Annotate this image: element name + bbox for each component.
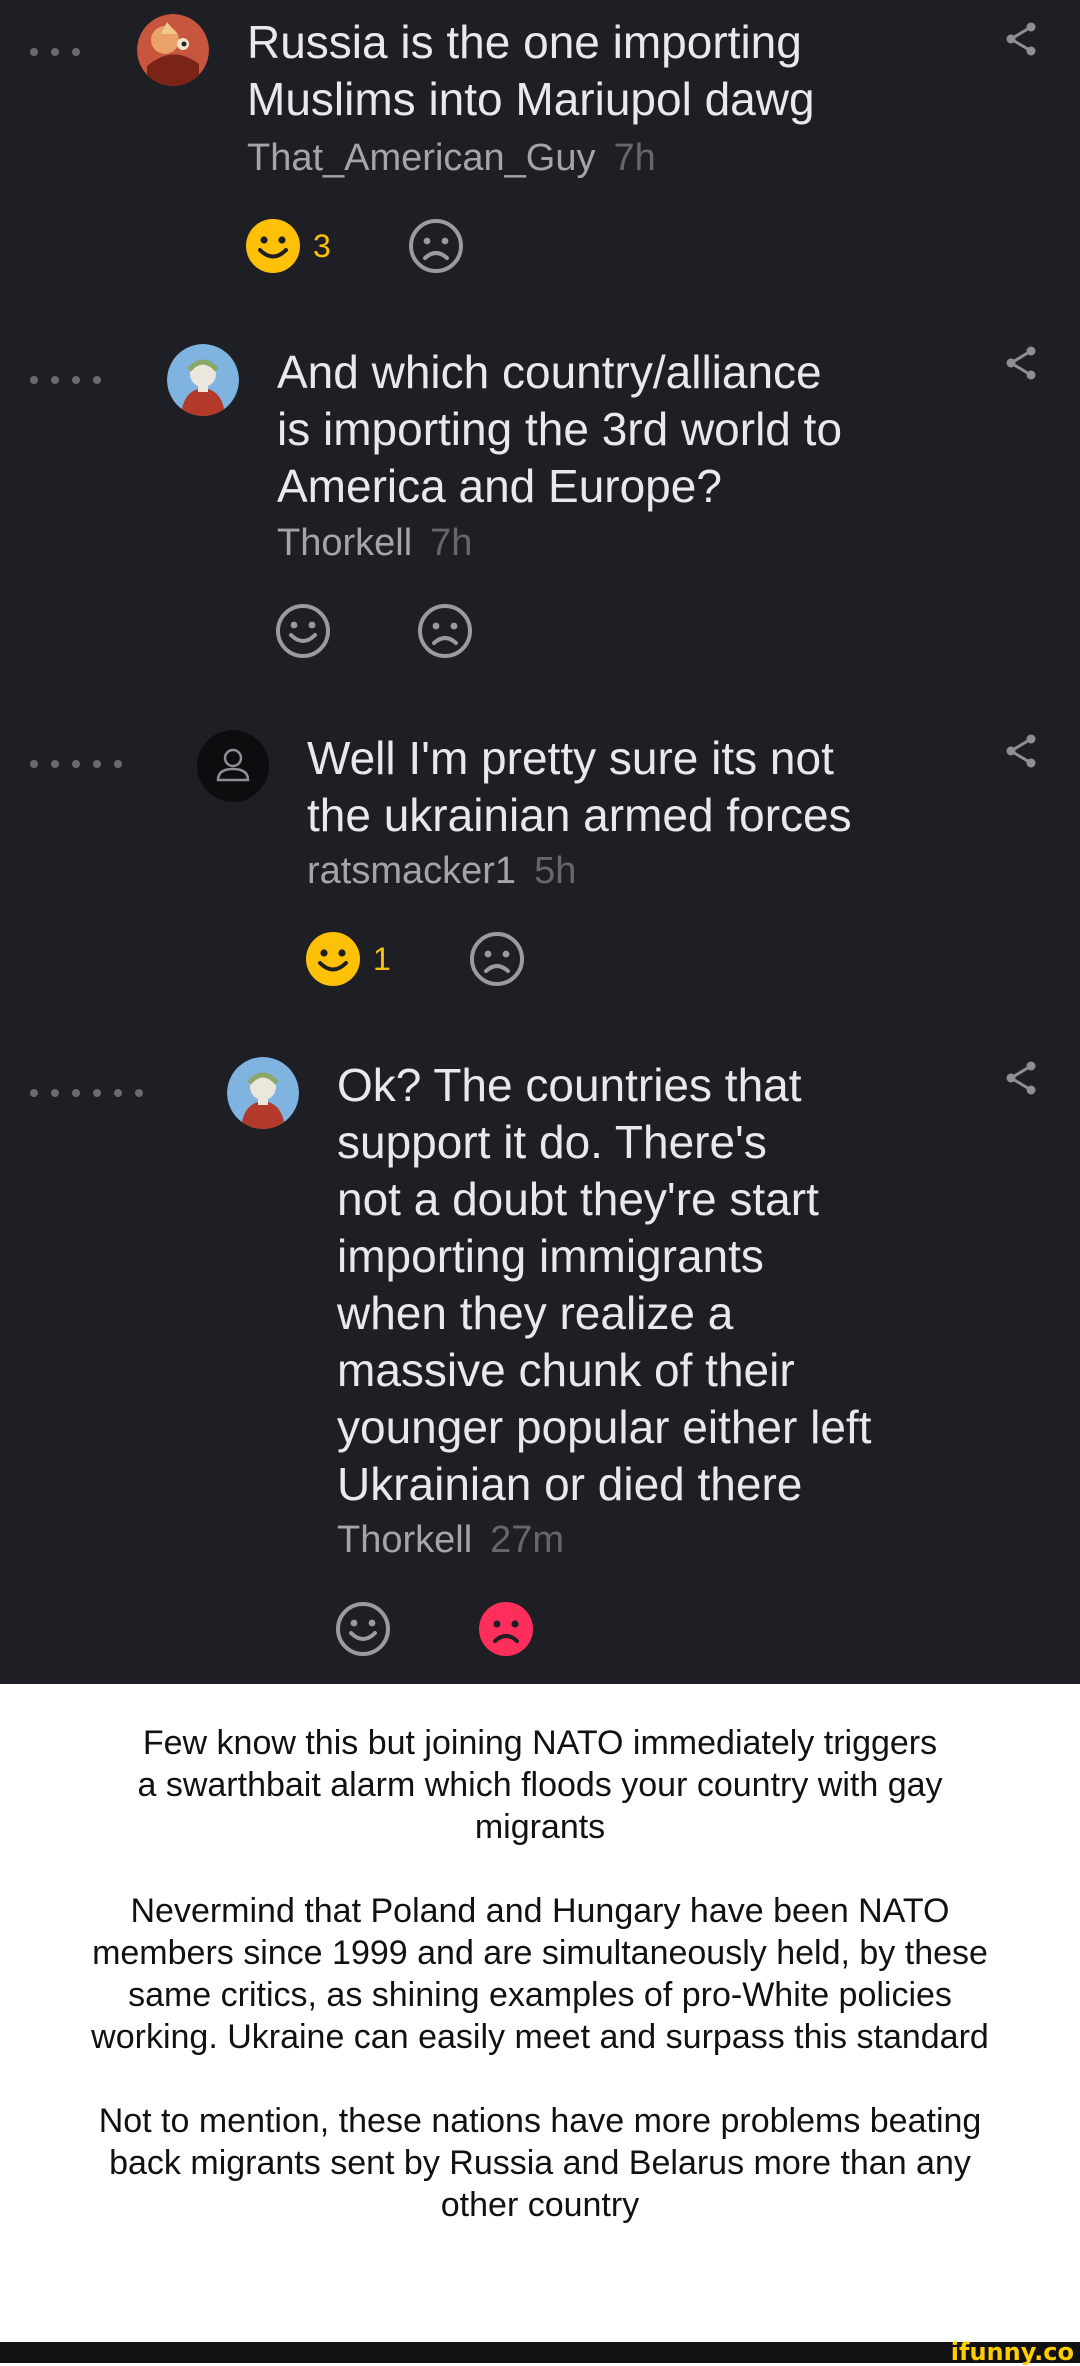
default-user-avatar-icon[interactable] [197,730,269,802]
caption-paragraph-2: Nevermind that Poland and Hungary have b… [91,1892,989,2056]
frown-reaction-button[interactable] [469,931,525,987]
comment-text: Well I'm pretty sure its not the ukraini… [307,732,852,841]
comment-meta: That_American_Guy 7h [247,137,656,180]
smile-reaction-button[interactable] [335,1601,403,1657]
smile-count: 1 [373,940,391,977]
thread-depth-dots [30,1089,143,1097]
dragon-avatar-icon[interactable] [137,14,209,86]
ifunny-watermark: ifunny.co [950,2338,1074,2366]
smile-count: 3 [313,227,331,264]
author-name[interactable]: Thorkell [337,1519,472,1561]
smile-icon [335,1601,391,1657]
smile-icon [245,218,301,274]
smile-reaction-button[interactable] [275,603,343,659]
comment-meta: Thorkell 7h [277,522,472,565]
frown-reaction-button[interactable] [478,1601,534,1657]
thread-depth-dots [30,376,101,384]
caption-paragraph-1: Few know this but joining NATO immediate… [137,1724,943,1846]
caption-paragraph-3: Not to mention, these nations have more … [98,2102,982,2224]
comment-time: 27m [490,1519,565,1561]
frown-reaction-button[interactable] [417,603,473,659]
frown-icon [408,218,464,274]
comment-time: 5h [534,850,577,892]
smile-reaction-button[interactable]: 3 [245,218,331,274]
statue-avatar-icon[interactable] [167,344,239,416]
comment-time: 7h [430,522,473,564]
smile-icon [275,603,331,659]
comment-text: And which country/alliance is importing … [277,346,843,512]
meme-caption: Few know this but joining NATO immediate… [0,1722,1080,2268]
share-icon[interactable] [1002,1059,1040,1102]
frown-icon [417,603,473,659]
author-name[interactable]: ratsmacker1 [307,850,516,892]
comment-thread: Russia is the one importing Muslims into… [0,0,1080,1684]
frown-icon [478,1601,534,1657]
smile-icon [305,931,361,987]
watermark-bar: ifunny.co [0,2338,1080,2366]
comment-text: Russia is the one importing Muslims into… [247,16,815,125]
author-name[interactable]: That_American_Guy [247,137,596,179]
smile-reaction-button[interactable]: 1 [305,931,391,987]
thread-depth-dots [30,48,80,56]
statue-avatar-icon[interactable] [227,1057,299,1129]
comment-time: 7h [613,137,656,179]
share-icon[interactable] [1002,344,1040,387]
comment-meta: ratsmacker1 5h [307,850,576,893]
frown-reaction-button[interactable] [408,218,464,274]
share-icon[interactable] [1002,732,1040,775]
comment-text: Ok? The countries that support it do. Th… [337,1059,872,1510]
author-name[interactable]: Thorkell [277,522,412,564]
comment-meta: Thorkell 27m [337,1519,564,1562]
frown-icon [469,931,525,987]
share-icon[interactable] [1002,20,1040,63]
thread-depth-dots [30,760,122,768]
